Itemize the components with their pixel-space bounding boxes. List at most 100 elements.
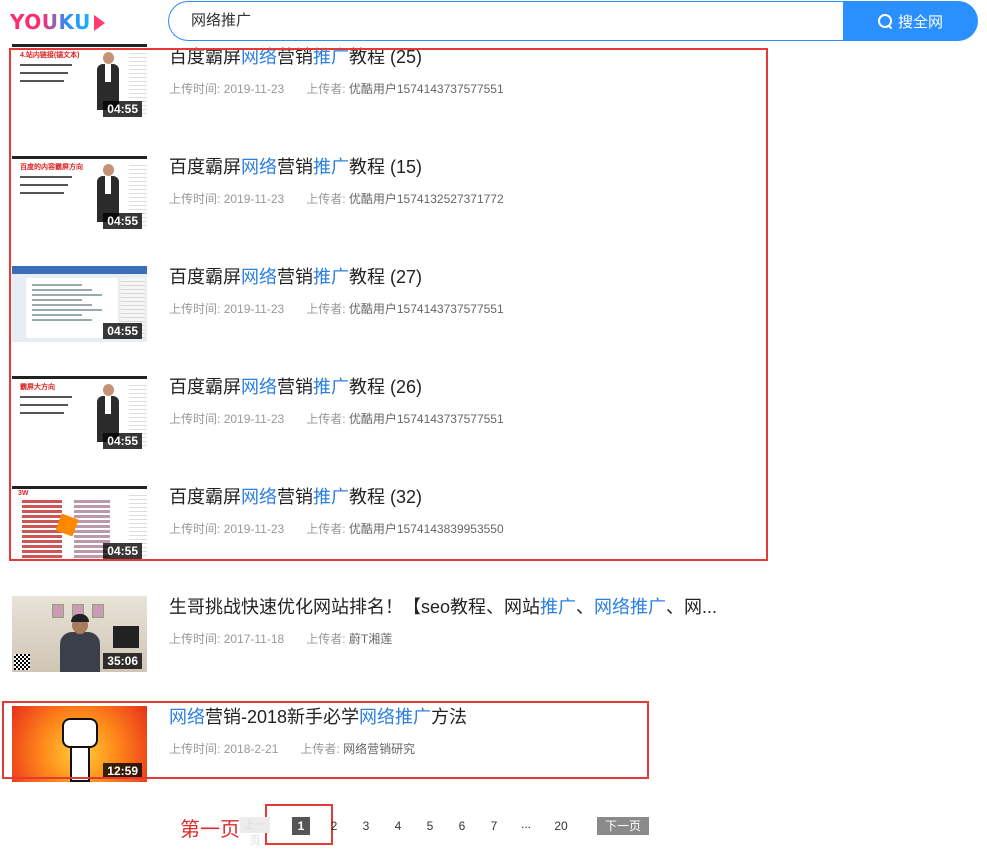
upload-time-value: 2018-2-21 (223, 742, 279, 756)
result-item: 4.站内链接(锚文本) 04:55 百度霸屏网络营销推广教程 (25) 上传时间: 2… (12, 44, 752, 122)
title-keyword-highlight: 推广 (313, 157, 349, 177)
title-keyword-highlight: 网络 (241, 47, 277, 67)
upload-time-label: 上传时间: (169, 742, 221, 756)
title-keyword-highlight: 推广 (313, 377, 349, 397)
first-page-annotation: 第一页 (180, 817, 240, 841)
title-text: 教程 (15) (349, 157, 423, 177)
title-keyword-highlight: 网络 (241, 157, 277, 177)
page-ellipsis: ... (521, 817, 532, 831)
upload-time-label: 上传时间: (169, 302, 221, 316)
prev-page-button: 上一页 (240, 817, 270, 847)
upload-time-value: 2019-11-23 (223, 192, 285, 206)
upload-time-value: 2019-11-23 (223, 82, 285, 96)
duration-badge: 04:55 (103, 433, 142, 449)
raised-fist-icon (60, 712, 100, 782)
search-all-button[interactable]: 搜全网 (843, 1, 978, 41)
video-thumbnail[interactable]: 35:06 (12, 596, 147, 672)
video-thumbnail[interactable]: 百度的内容霸屏方向 04:55 (12, 156, 147, 232)
video-thumbnail[interactable]: 04:55 (12, 266, 147, 342)
upload-time-value: 2017-11-18 (223, 632, 285, 646)
video-meta: 上传时间: 2019-11-23 上传者: 优酷用户157413252737177… (169, 190, 504, 207)
title-text: 营销-2018新手必学 (205, 707, 360, 727)
duration-badge: 04:55 (103, 213, 142, 229)
title-keyword-highlight: 网络 (241, 267, 277, 287)
video-title[interactable]: 百度霸屏网络营销推广教程 (32) (169, 486, 422, 508)
video-title[interactable]: 百度霸屏网络营销推广教程 (25) (169, 46, 422, 68)
title-text: 百度霸屏 (169, 157, 241, 177)
upload-time-label: 上传时间: (169, 412, 221, 426)
uploader-label: 上传者: (306, 82, 346, 96)
uploader-label: 上传者: (306, 302, 346, 316)
video-meta: 上传时间: 2019-11-23 上传者: 优酷用户157414373757755… (169, 80, 504, 97)
page-link[interactable]: 2 (325, 817, 343, 835)
video-title[interactable]: 百度霸屏网络营销推广教程 (26) (169, 376, 422, 398)
result-item: 霸屏大方向 04:55 百度霸屏网络营销推广教程 (26) 上传时间: 2019-11… (12, 376, 752, 452)
duration-badge: 35:06 (103, 653, 142, 669)
result-item: 12:59 网络营销-2018新手必学网络推广方法 上传时间: 2018-2-21 上… (12, 706, 752, 782)
logo-text: YOUKU (10, 10, 91, 34)
video-thumbnail[interactable]: 4.站内链接(锚文本) 04:55 (12, 44, 147, 120)
next-page-button[interactable]: 下一页 (597, 817, 649, 835)
header-bar: YOUKU 搜全网 (0, 0, 987, 44)
page-current[interactable]: 1 (292, 817, 310, 835)
video-title[interactable]: 百度霸屏网络营销推广教程 (15) (169, 156, 422, 178)
video-title[interactable]: 百度霸屏网络营销推广教程 (27) (169, 266, 422, 288)
search-icon (877, 14, 892, 28)
video-meta: 上传时间: 2019-11-23 上传者: 优酷用户157414373757755… (169, 410, 504, 427)
title-text: 营销 (277, 157, 313, 177)
uploader-name[interactable]: 优酷用户1574143737577551 (349, 82, 504, 96)
title-text: 百度霸屏 (169, 487, 241, 507)
duration-badge: 04:55 (103, 323, 142, 339)
video-title[interactable]: 生哥挑战快速优化网站排名！【seo教程、网站推广、网络推广、网... (169, 596, 717, 618)
page-link[interactable]: 6 (453, 817, 471, 835)
title-text: 教程 (27) (349, 267, 423, 287)
result-item: 3W 04:55 百度霸屏网络营销推广教程 (32) 上传时间: 2019-11-23… (12, 486, 752, 562)
logo-play-icon (93, 14, 105, 31)
upload-time-value: 2019-11-23 (223, 522, 285, 536)
person-figure (60, 614, 100, 672)
uploader-name[interactable]: 优酷用户1574143737577551 (349, 412, 504, 426)
title-text: 、网... (666, 597, 718, 617)
page-last[interactable]: 20 (549, 817, 573, 835)
uploader-label: 上传者: (300, 742, 340, 756)
page-link[interactable]: 4 (389, 817, 407, 835)
upload-time-label: 上传时间: (169, 632, 221, 646)
uploader-name[interactable]: 优酷用户1574143839953550 (349, 522, 504, 536)
page-link[interactable]: 7 (485, 817, 503, 835)
title-text: 营销 (277, 487, 313, 507)
title-text: 教程 (26) (349, 377, 423, 397)
title-keyword-highlight: 网络 (241, 377, 277, 397)
qr-code-icon (14, 654, 30, 670)
video-meta: 上传时间: 2019-11-23 上传者: 优酷用户157414373757755… (169, 300, 504, 317)
video-meta: 上传时间: 2017-11-18 上传者: 蔚T湘莲 (169, 630, 392, 647)
uploader-name[interactable]: 蔚T湘莲 (349, 632, 392, 646)
video-thumbnail[interactable]: 3W 04:55 (12, 486, 147, 562)
thumbnail-heading: 百度的内容霸屏方向 (20, 164, 83, 171)
uploader-name[interactable]: 优酷用户1574132527371772 (349, 192, 504, 206)
title-text: 百度霸屏 (169, 267, 241, 287)
title-text: 教程 (32) (349, 487, 423, 507)
thumbnail-heading: 霸屏大方向 (20, 384, 55, 391)
youku-logo[interactable]: YOUKU (10, 9, 105, 35)
title-text: 百度霸屏 (169, 47, 241, 67)
duration-badge: 04:55 (103, 543, 142, 559)
page-link[interactable]: 5 (421, 817, 439, 835)
video-title[interactable]: 网络营销-2018新手必学网络推广方法 (169, 706, 467, 728)
title-text: 方法 (431, 707, 468, 727)
upload-time-value: 2019-11-23 (223, 302, 285, 316)
title-text: 生哥挑战快速优化网站排名！【seo教程、网站 (169, 597, 541, 617)
uploader-name[interactable]: 优酷用户1574143737577551 (349, 302, 504, 316)
page-link[interactable]: 3 (357, 817, 375, 835)
search-input[interactable] (191, 2, 791, 40)
uploader-name[interactable]: 网络营销研究 (343, 742, 415, 756)
upload-time-label: 上传时间: (169, 82, 221, 96)
video-thumbnail[interactable]: 12:59 (12, 706, 147, 782)
video-meta: 上传时间: 2018-2-21 上传者: 网络营销研究 (169, 740, 415, 757)
title-text: 教程 (25) (349, 47, 423, 67)
video-thumbnail[interactable]: 霸屏大方向 04:55 (12, 376, 147, 452)
duration-badge: 12:59 (103, 763, 142, 779)
title-keyword-highlight: 推广 (313, 267, 349, 287)
upload-time-label: 上传时间: (169, 192, 221, 206)
title-text: 百度霸屏 (169, 377, 241, 397)
title-text: 营销 (277, 267, 313, 287)
